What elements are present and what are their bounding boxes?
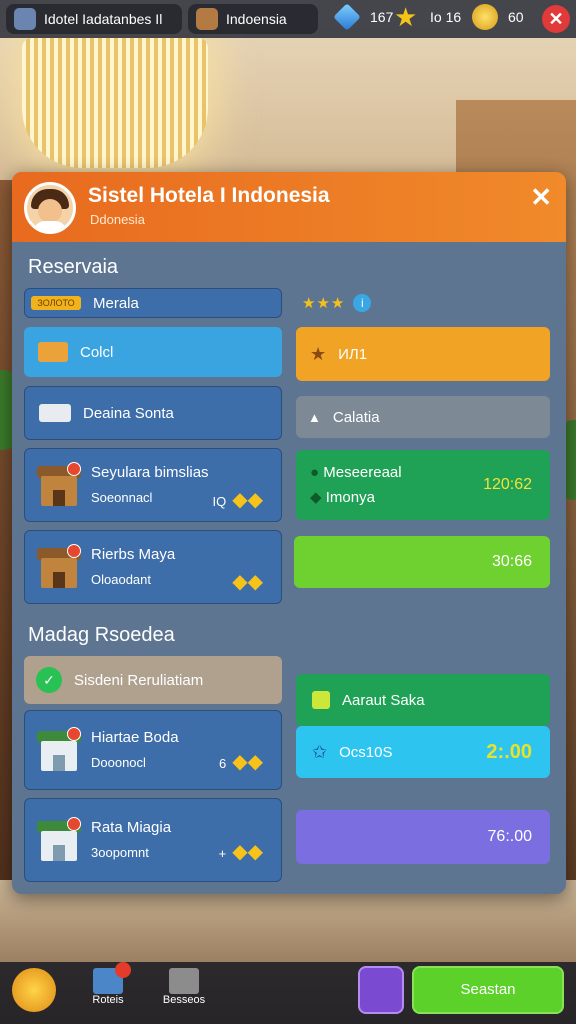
flag-icon bbox=[312, 691, 330, 709]
star-icon: ★ bbox=[310, 343, 327, 364]
panel-header: Sistel Hotela I Indonesia Ddonesia ✕ bbox=[12, 172, 566, 242]
rating-stars: ★★★ bbox=[302, 295, 346, 312]
hotel-tab[interactable]: Idotel Iadatanbes Il bbox=[6, 4, 182, 34]
row-label: Sisdeni Reruliatiam bbox=[74, 671, 204, 689]
hotel-tab-label: Idotel Iadatanbes Il bbox=[44, 11, 163, 27]
list-item[interactable]: Rata Miagia 3oopomnt + ◆◆ bbox=[24, 798, 282, 882]
list-item[interactable]: Deaina Sonta bbox=[24, 386, 282, 440]
ticket-icon bbox=[38, 342, 68, 362]
info-icon[interactable]: i bbox=[353, 294, 372, 312]
coin-icon bbox=[472, 4, 498, 30]
row-subtitle: Soeonnacl bbox=[91, 490, 153, 505]
avatar[interactable] bbox=[24, 182, 76, 234]
hotel-panel: Sistel Hotela I Indonesia Ddonesia ✕ Res… bbox=[12, 172, 566, 894]
timer-value: 2:.00 bbox=[486, 740, 532, 763]
progress-bar[interactable]: 76:.00 bbox=[296, 810, 550, 864]
section-2-title: Madag Rsoedea bbox=[28, 624, 175, 646]
timer-value: 76:.00 bbox=[487, 828, 532, 845]
notification-badge bbox=[115, 962, 131, 978]
close-icon[interactable]: ✕ bbox=[530, 182, 552, 213]
gem-icon[interactable] bbox=[358, 966, 404, 1014]
row-title: ● Meseereaal bbox=[310, 464, 402, 481]
list-item[interactable]: Seyulara bimslias Soeonnacl IQ ◆◆ bbox=[24, 448, 282, 522]
tab-label: Roteis bbox=[92, 994, 124, 1006]
row-title: Seyulara bimslias bbox=[91, 464, 209, 481]
progress-bar[interactable]: 30:66 bbox=[294, 536, 550, 588]
row-title: Rata Miagia bbox=[91, 819, 172, 836]
list-item[interactable]: ✩ Ocs10S 2:.00 bbox=[296, 726, 550, 778]
house-icon bbox=[93, 962, 131, 994]
list-item[interactable]: ● Meseereaal ◆ Imonya 120:62 bbox=[296, 450, 550, 520]
row-label: Aaraut Saka bbox=[342, 691, 425, 709]
top-bar: Idotel Iadatanbes Il Indoensia 167 ★ Io … bbox=[0, 0, 576, 38]
row-extra: ◆◆ bbox=[226, 569, 263, 594]
close-icon[interactable]: ✕ bbox=[542, 5, 570, 33]
rating-row: ★★★ i bbox=[298, 288, 552, 318]
reservation-title: Reservaia bbox=[28, 256, 119, 278]
start-button[interactable]: Seastan bbox=[412, 966, 564, 1014]
coins-icon: ◆◆ bbox=[232, 571, 263, 593]
row-label: Merala bbox=[93, 294, 139, 312]
coins-icon: ◆◆ bbox=[232, 489, 263, 511]
row-extra: 6 ◆◆ bbox=[219, 751, 263, 773]
star-icon: ✩ bbox=[312, 741, 328, 762]
list-item[interactable]: ЗОЛОТО Merala bbox=[24, 288, 282, 318]
location-tab-label: Indoensia bbox=[226, 11, 287, 27]
row-extra: + ◆◆ bbox=[218, 841, 263, 863]
tab-hotels[interactable]: Roteis bbox=[88, 962, 131, 1018]
panel-subtitle: Ddonesia bbox=[90, 212, 145, 227]
hotel-icon bbox=[14, 8, 36, 30]
timer-value: 120:62 bbox=[483, 476, 532, 493]
tab-label: Besseos bbox=[162, 994, 206, 1006]
panel-title: Sistel Hotela I Indonesia bbox=[88, 184, 330, 207]
list-item[interactable]: Rierbs Maya Oloaodant ◆◆ bbox=[24, 530, 282, 604]
coins-icon: ◆◆ bbox=[232, 841, 263, 863]
bottom-bar: Roteis Besseos Seastan bbox=[0, 962, 576, 1024]
row-subtitle: Dooonocl bbox=[91, 755, 146, 770]
timer-value: 30:66 bbox=[491, 553, 532, 570]
row-label: Calatia bbox=[332, 408, 380, 426]
energy-stat[interactable]: 167 bbox=[333, 3, 394, 31]
briefcase-icon bbox=[169, 968, 199, 994]
building-icon bbox=[37, 817, 81, 863]
energy-icon bbox=[333, 3, 361, 31]
coin-stat[interactable]: 60 bbox=[472, 4, 524, 30]
star-stat[interactable]: ★ Io 16 bbox=[394, 4, 461, 30]
check-icon: ✓ bbox=[36, 667, 62, 693]
chandelier bbox=[22, 38, 208, 168]
row-label: ИЛ1 bbox=[338, 345, 368, 363]
row-title: Hiartae Boda bbox=[91, 729, 179, 746]
list-item[interactable]: Aaraut Saka bbox=[296, 674, 550, 726]
list-item[interactable]: Colcl bbox=[24, 327, 282, 377]
tag-badge: ЗОЛОТО bbox=[31, 296, 81, 310]
building-icon bbox=[37, 462, 81, 508]
list-item[interactable]: ▲ Calatia bbox=[296, 396, 550, 438]
wrench-icon[interactable] bbox=[12, 968, 56, 1012]
row-subtitle: ◆ Imonya bbox=[310, 489, 375, 506]
row-label: Colcl bbox=[80, 343, 114, 361]
row-subtitle: Oloaodant bbox=[91, 572, 151, 587]
row-label: Ocs10S bbox=[339, 743, 393, 761]
row-label: Deaina Sonta bbox=[83, 404, 174, 422]
bell-icon: ▲ bbox=[308, 409, 321, 425]
building-icon bbox=[37, 544, 81, 590]
row-subtitle: 3oopomnt bbox=[91, 845, 149, 860]
document-icon bbox=[39, 404, 71, 422]
location-tab[interactable]: Indoensia bbox=[188, 4, 318, 34]
suitcase-icon bbox=[196, 8, 218, 30]
row-title: Rierbs Maya bbox=[91, 546, 176, 563]
list-item[interactable]: ✓ Sisdeni Reruliatiam bbox=[24, 656, 282, 704]
row-extra: IQ ◆◆ bbox=[212, 489, 264, 511]
building-icon bbox=[37, 727, 81, 773]
coins-icon: ◆◆ bbox=[232, 751, 263, 773]
star-icon: ★ bbox=[394, 2, 418, 32]
tab-business[interactable]: Besseos bbox=[162, 968, 206, 1018]
energy-value: 167 bbox=[370, 9, 394, 25]
list-item[interactable]: Hiartae Boda Dooonocl 6 ◆◆ bbox=[24, 710, 282, 790]
star-value: Io 16 bbox=[430, 9, 462, 25]
coin-value: 60 bbox=[508, 9, 524, 25]
list-item[interactable]: ★ ИЛ1 bbox=[296, 327, 550, 381]
